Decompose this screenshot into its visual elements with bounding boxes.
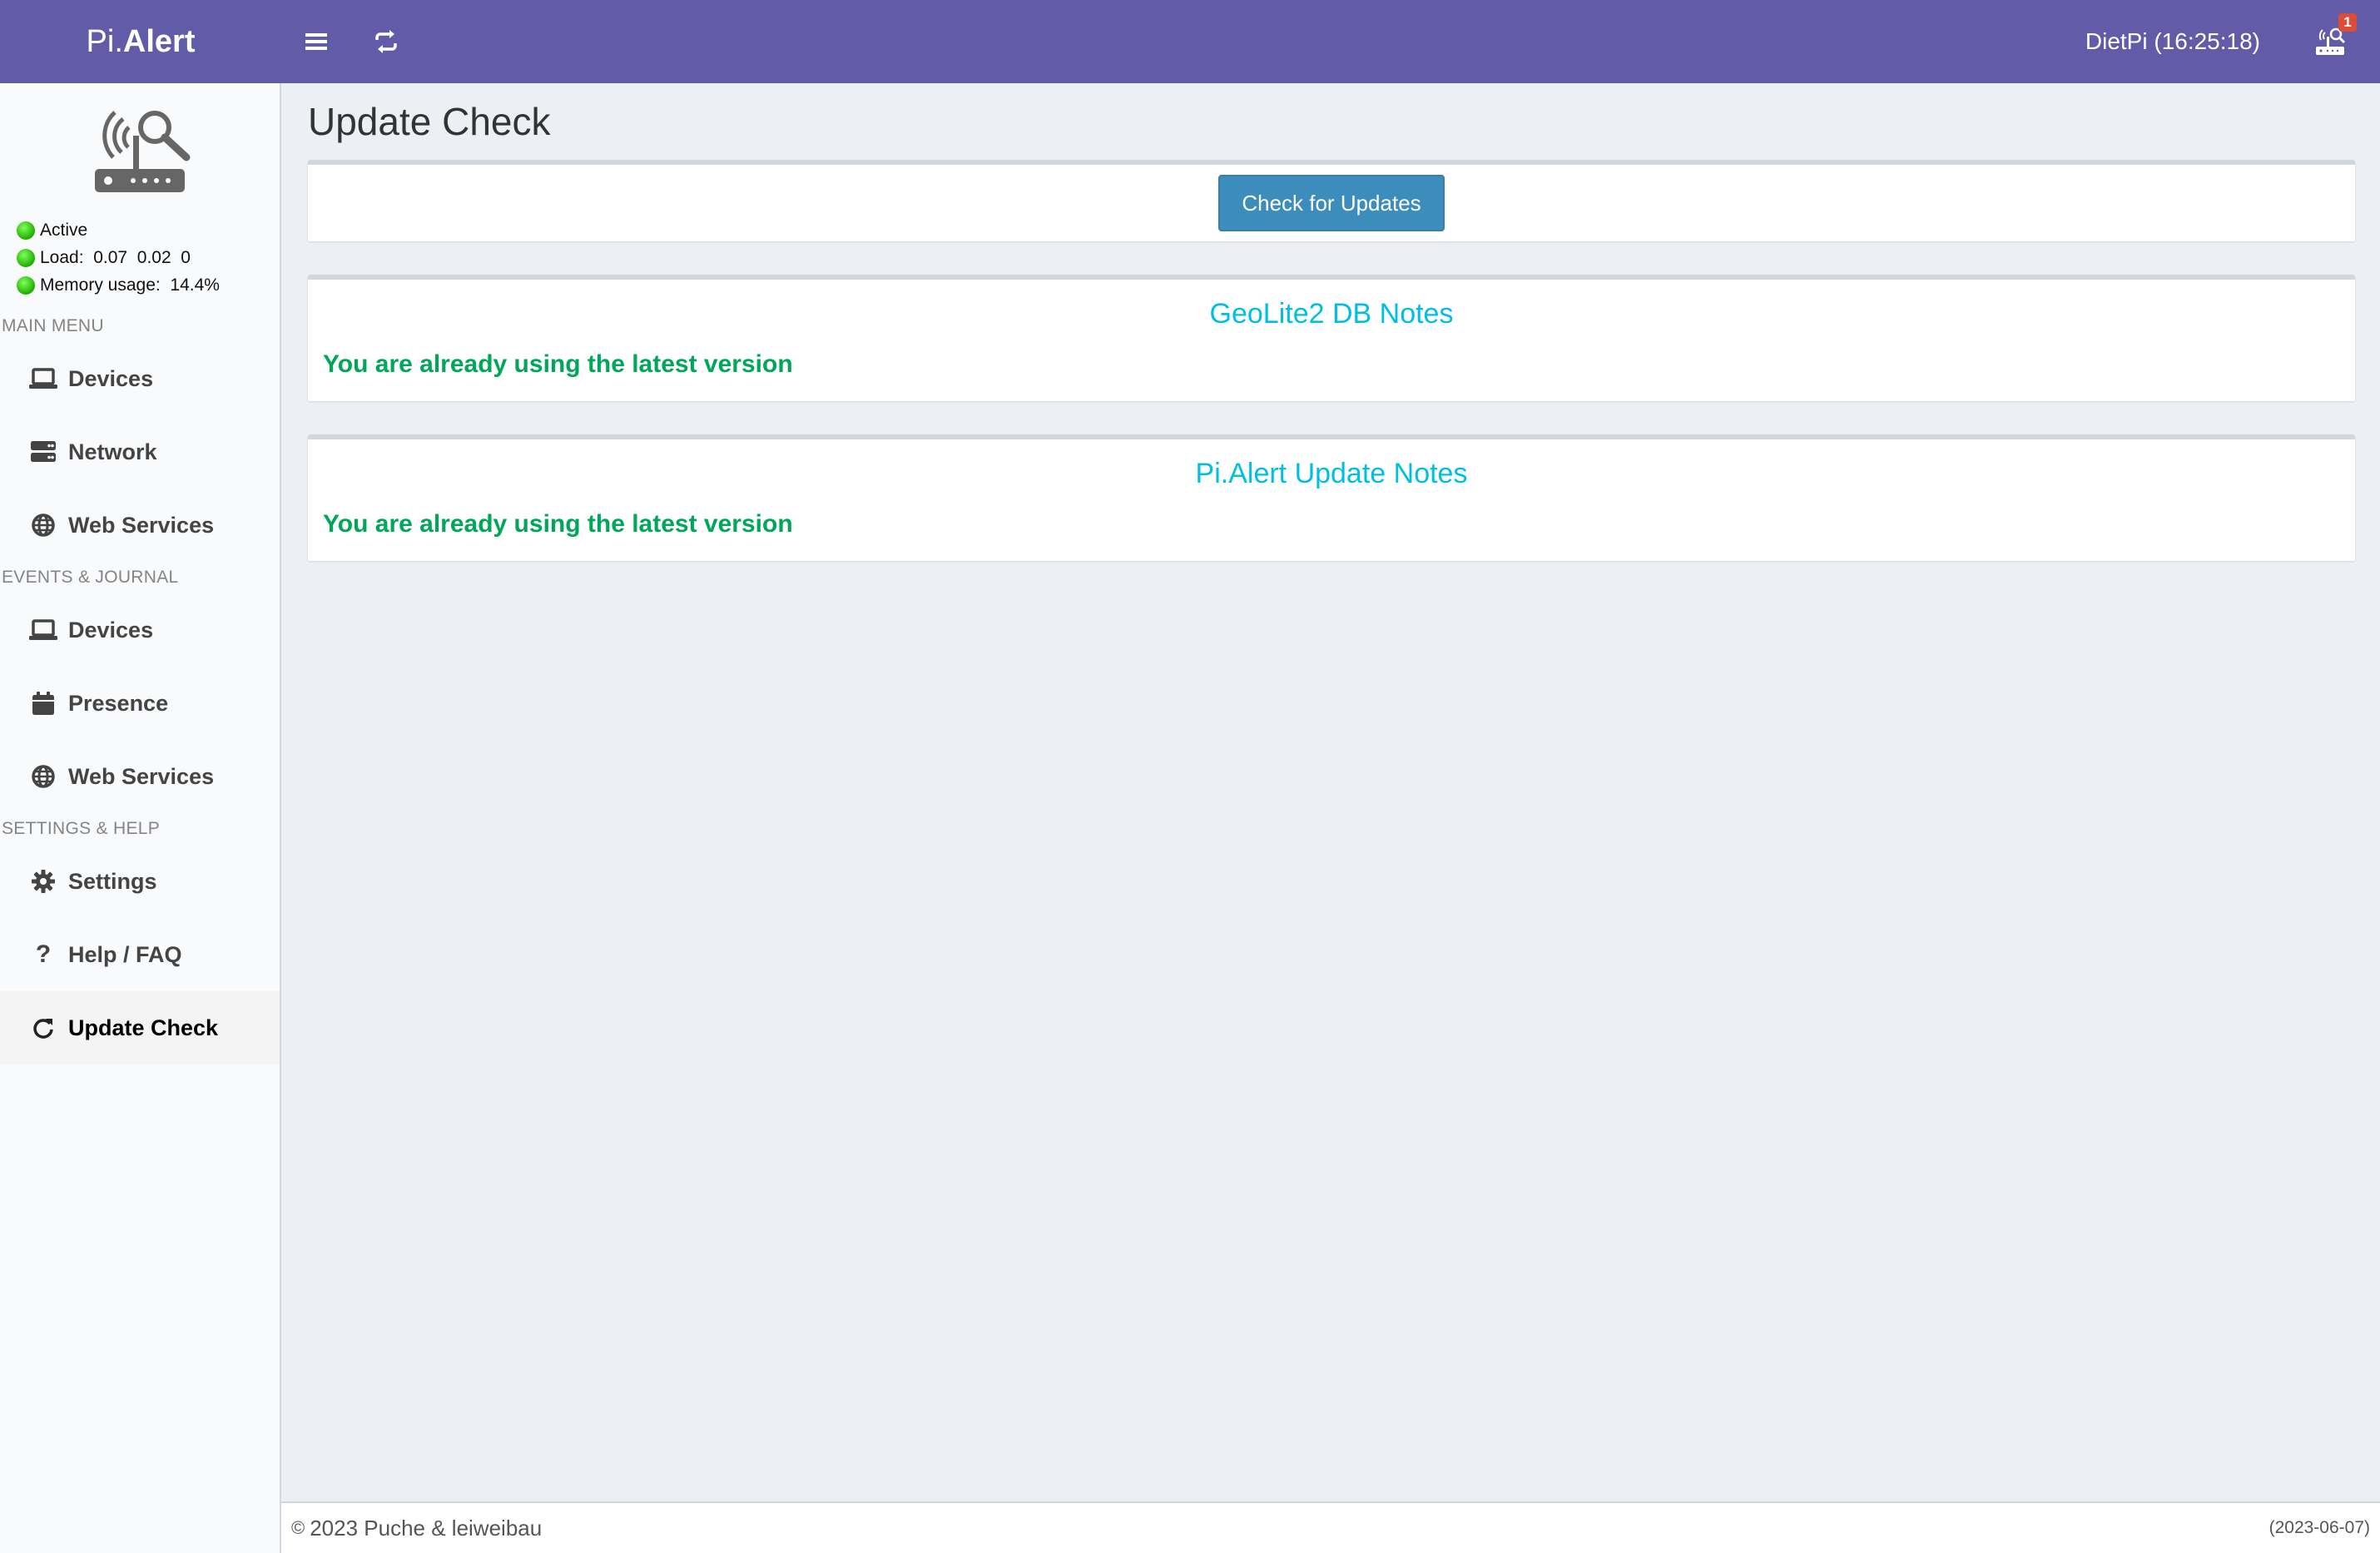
page-title: Update Check	[308, 100, 551, 143]
status-active: Active	[17, 216, 280, 244]
status-dot-icon	[17, 221, 35, 240]
sidebar-item-label: Presence	[68, 690, 169, 716]
hamburger-icon	[305, 33, 327, 50]
status-dot-icon	[17, 248, 35, 267]
laptop-icon	[28, 364, 58, 394]
section-header-events: EVENTS & JOURNAL	[2, 568, 179, 587]
notification-badge: 1	[2338, 13, 2357, 32]
calendar-icon	[28, 688, 58, 718]
repeat-icon	[375, 30, 397, 53]
sidebar-item-label: Devices	[68, 365, 154, 391]
globe-icon	[28, 762, 58, 791]
status-memory-label: Memory usage: 14.4%	[40, 275, 220, 295]
status-memory: Memory usage: 14.4%	[17, 271, 280, 299]
sidebar-item-label: Web Services	[68, 763, 215, 789]
footer: © 2023 Puche & leiweibau (2023-06-07)	[281, 1501, 2380, 1553]
sidebar-logo	[0, 83, 280, 216]
pialert-status-message: You are already using the latest version	[323, 510, 793, 538]
notifications-button[interactable]: 1	[2297, 0, 2363, 83]
question-icon: ?	[35, 940, 52, 968]
globe-icon	[28, 510, 58, 540]
sidebar-item-devices[interactable]: Devices	[0, 342, 280, 415]
system-status: Active Load: 0.07 0.02 0 Memory usage: 1…	[0, 216, 280, 299]
reload-button[interactable]	[351, 0, 421, 83]
sidebar-item-network[interactable]: Network	[0, 415, 280, 489]
sidebar-item-label: Update Check	[68, 1015, 219, 1040]
sidebar-item-presence[interactable]: Presence	[0, 667, 280, 740]
sidebar-item-label: Help / FAQ	[68, 941, 182, 967]
pialert-notes-title: Pi.Alert Update Notes	[1195, 458, 1468, 489]
host-clock: DietPi (16:25:18)	[2085, 28, 2260, 54]
sidebar-item-update-check[interactable]: Update Check	[0, 991, 280, 1064]
sidebar-toggle-button[interactable]	[281, 0, 351, 83]
version-date: (2023-06-07)	[2268, 1518, 2370, 1537]
geolite-status-message: You are already using the latest version	[323, 350, 793, 378]
top-navbar: Pi. Alert DietPi (16:25:18) 1	[0, 0, 2380, 83]
copyright-text: 2023 Puche & leiweibau	[310, 1515, 543, 1541]
sidebar-item-label: Devices	[68, 617, 154, 643]
status-dot-icon	[17, 275, 35, 295]
copyright-icon: ©	[291, 1517, 305, 1538]
sidebar-item-label: Settings	[68, 868, 157, 894]
check-updates-box: Check for Updates	[308, 160, 2355, 241]
server-icon	[28, 437, 58, 467]
laptop-icon	[28, 615, 58, 645]
section-header-main-menu: MAIN MENU	[2, 316, 104, 335]
sidebar-item-label: Network	[68, 439, 157, 464]
status-load-label: Load: 0.07 0.02 0	[40, 247, 191, 267]
refresh-icon	[28, 1013, 58, 1043]
logo-bold-text: Alert	[122, 23, 196, 59]
section-header-settings-help: SETTINGS & HELP	[2, 819, 161, 838]
geolite-notes-box: GeoLite2 DB Notes You are already using …	[308, 275, 2355, 401]
status-active-label: Active	[40, 220, 88, 240]
router-search-icon	[95, 111, 191, 192]
sidebar-item-label: Web Services	[68, 512, 215, 538]
gear-icon	[28, 866, 58, 896]
sidebar-item-help[interactable]: ? Help / FAQ	[0, 918, 280, 991]
status-load: Load: 0.07 0.02 0	[17, 244, 280, 271]
geolite-notes-title: GeoLite2 DB Notes	[1209, 298, 1454, 330]
sidebar-item-events-web-services[interactable]: Web Services	[0, 740, 280, 813]
sidebar-item-events-devices[interactable]: Devices	[0, 593, 280, 667]
sidebar: Active Load: 0.07 0.02 0 Memory usage: 1…	[0, 83, 281, 1553]
pialert-notes-box: Pi.Alert Update Notes You are already us…	[308, 434, 2355, 561]
main-content: Update Check Check for Updates GeoLite2 …	[281, 83, 2380, 1503]
app-logo[interactable]: Pi. Alert	[0, 0, 281, 83]
check-for-updates-button[interactable]: Check for Updates	[1218, 175, 1445, 231]
logo-light-text: Pi.	[86, 23, 123, 59]
sidebar-item-settings[interactable]: Settings	[0, 845, 280, 918]
sidebar-item-web-services[interactable]: Web Services	[0, 489, 280, 562]
